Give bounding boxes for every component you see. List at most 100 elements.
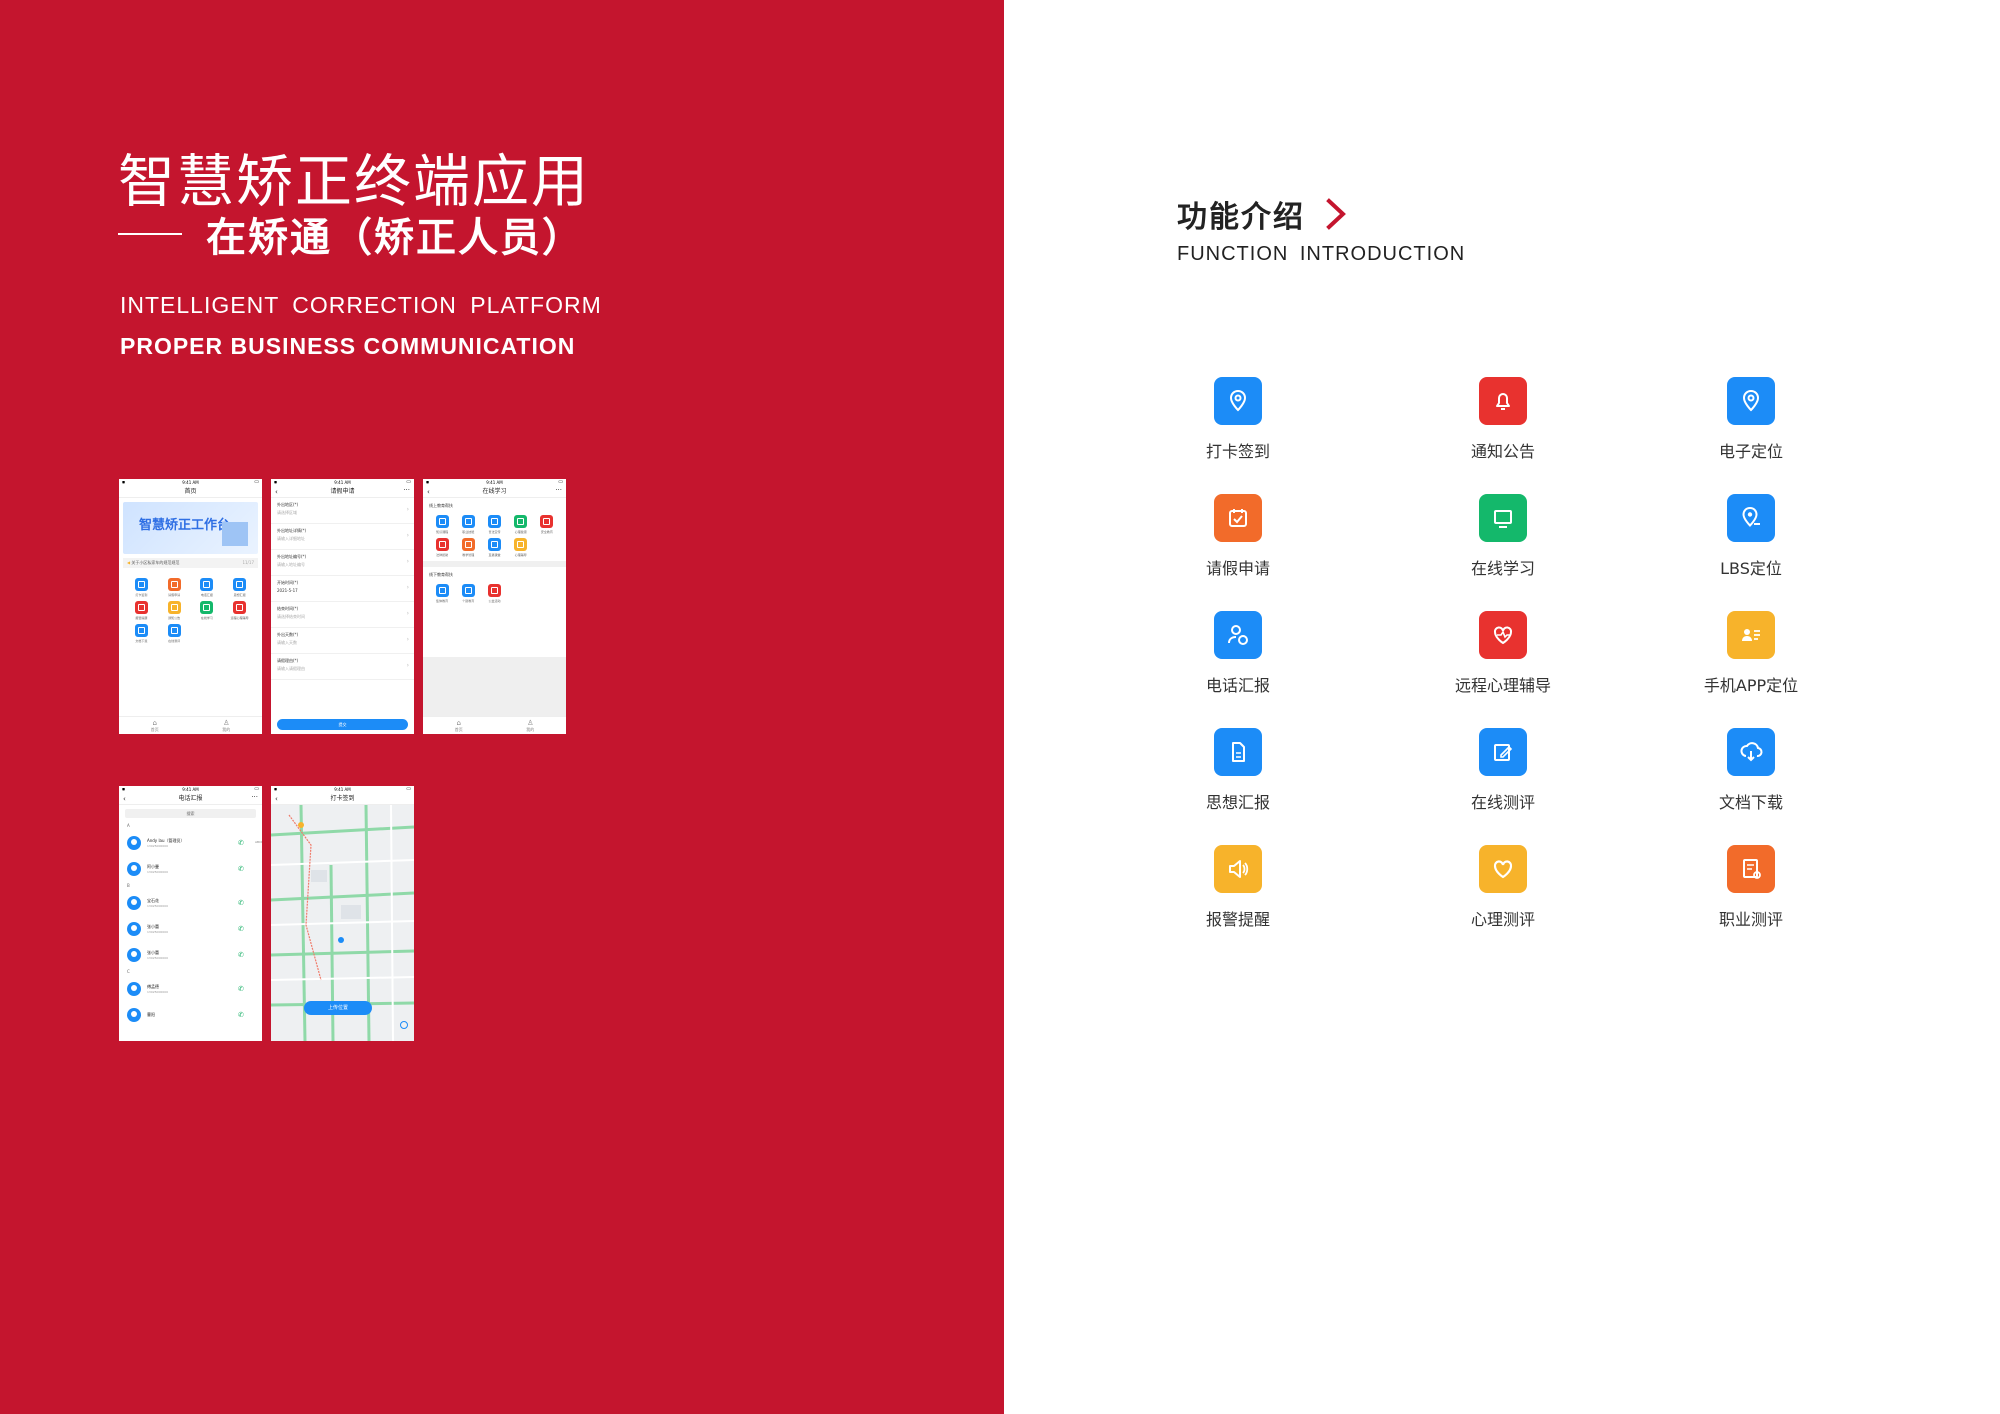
phone-call-icon[interactable]: ✆ <box>238 925 244 933</box>
grid-item[interactable]: 思想汇报 <box>223 578 256 597</box>
grid-item[interactable]: 公益活动 <box>481 584 507 603</box>
nav-bar: ‹ 请假申请 ··· <box>271 486 414 498</box>
contact-row[interactable]: 曹阳 ✆ <box>119 1002 262 1028</box>
feature-item[interactable]: 打卡签到 <box>1128 377 1348 462</box>
feature-item[interactable]: 电话汇报 <box>1128 611 1348 696</box>
form-field[interactable]: 请假理由(*) 请输入请假理由 <box>271 654 414 680</box>
grid-item[interactable]: 知识课程 <box>429 515 455 534</box>
phone-call-icon[interactable]: ✆ <box>238 839 244 847</box>
grid-item[interactable]: 心理辅导 <box>508 538 534 557</box>
grid-item[interactable]: 教学管理 <box>455 538 481 557</box>
grid-item[interactable]: 安全教育 <box>534 515 560 534</box>
location-search-icon <box>1727 494 1775 542</box>
grid-item[interactable]: 集体教育 <box>429 584 455 603</box>
heart-icon <box>1479 845 1527 893</box>
field-label: 外出地址详情(*) <box>277 528 307 533</box>
back-icon[interactable]: ‹ <box>427 486 430 498</box>
feature-item[interactable]: 远程心理辅导 <box>1393 611 1613 696</box>
grid-item[interactable]: 电话汇报 <box>191 578 224 597</box>
phone-call-icon[interactable]: ✆ <box>238 985 244 993</box>
contact-row[interactable]: Andy lau（管理员） 13025000000 ✆ <box>119 830 262 856</box>
more-icon[interactable]: ··· <box>251 791 258 803</box>
feature-item[interactable]: 电子定位 <box>1641 377 1861 462</box>
contact-name: Andy lau（管理员） <box>147 837 185 843</box>
alphabet-index[interactable]: ABCDEFGHIJKLMNOPQRSTUVWXYZ# <box>255 840 262 845</box>
more-icon[interactable]: ··· <box>555 484 562 496</box>
tab-home[interactable]: ⌂ 首页 <box>151 719 159 732</box>
more-icon[interactable]: ··· <box>403 484 410 496</box>
feature-item[interactable]: 文档下载 <box>1641 728 1861 813</box>
form-field[interactable]: 外出天数(*) 请输入天数 <box>271 628 414 654</box>
form-field[interactable]: 外出地址详情(*) 请输入详细地址 <box>271 524 414 550</box>
nav-title-text: 首页 <box>184 488 197 495</box>
phone-call-icon[interactable]: ✆ <box>238 951 244 959</box>
upload-location-button[interactable]: 上传位置 <box>304 1001 372 1015</box>
grid-item[interactable]: 职业技能 <box>455 515 481 534</box>
tab-home[interactable]: ⌂ 首页 <box>455 719 463 732</box>
form-field[interactable]: 开始时间(*) 2021-5-17 <box>271 576 414 602</box>
locate-icon[interactable] <box>400 1021 408 1029</box>
phone-call-icon[interactable]: ✆ <box>238 865 244 873</box>
submit-button[interactable]: 提交 <box>277 719 408 730</box>
grid-item[interactable]: 请假申请 <box>158 578 191 597</box>
grid-item-label: 通知公告 <box>168 616 181 620</box>
grid-item[interactable]: 个别教育 <box>455 584 481 603</box>
form-field[interactable]: 外出地区(*) 请选择区域 <box>271 498 414 524</box>
search-input[interactable]: 搜索 <box>125 809 256 818</box>
grid-item[interactable]: 直播课堂 <box>481 538 507 557</box>
feature-item[interactable]: 思想汇报 <box>1128 728 1348 813</box>
grid-item[interactable]: 普法宣传 <box>481 515 507 534</box>
feature-item[interactable]: 心理测评 <box>1393 845 1613 930</box>
back-icon[interactable]: ‹ <box>123 793 126 805</box>
feature-label: 手机APP定位 <box>1703 676 1799 695</box>
form-field[interactable]: 结束时间(*) 请选择结束时间 <box>271 602 414 628</box>
feature-item[interactable]: 通知公告 <box>1393 377 1613 462</box>
contact-row[interactable]: 阿小曼 13025000000 ✆ <box>119 856 262 882</box>
tab-mine[interactable]: ♙ 我的 <box>222 719 230 732</box>
feature-item[interactable]: 报警提醒 <box>1128 845 1348 930</box>
grid-item[interactable]: 报警提醒 <box>125 601 158 620</box>
feature-item[interactable]: 在线学习 <box>1393 494 1613 579</box>
contact-text: 阿小曼 13025000000 <box>147 864 168 875</box>
grid-item-label: 在线测评 <box>168 639 181 643</box>
phone-call-icon[interactable]: ✆ <box>238 899 244 907</box>
feature-item[interactable]: 手机APP定位 <box>1641 611 1861 696</box>
id-card-icon <box>1727 611 1775 659</box>
feature-item[interactable]: 请假申请 <box>1128 494 1348 579</box>
feature-item[interactable]: 职业测评 <box>1641 845 1861 930</box>
form-field[interactable]: 外出地址编号(*) 请输入地址编号 <box>271 550 414 576</box>
function-icon <box>167 624 181 637</box>
notice-bar[interactable]: ◀ 关于小区私家车的规范规范 11/17 <box>123 558 258 568</box>
grid-item-label: 普法宣传 <box>488 530 501 534</box>
phone-call-icon[interactable]: ✆ <box>238 1011 244 1019</box>
contact-row[interactable]: 傅孟德 13025000000 ✆ <box>119 976 262 1002</box>
function-icon <box>200 578 214 591</box>
feature-item[interactable]: 在线测评 <box>1393 728 1613 813</box>
grid-item-label: 个别教育 <box>462 599 475 603</box>
grid-item[interactable]: 在线学习 <box>191 601 224 620</box>
tab-home-label: 首页 <box>454 727 463 732</box>
status-bar: 9:41 AM <box>271 479 414 486</box>
tab-mine[interactable]: ♙ 我的 <box>526 719 534 732</box>
back-icon[interactable]: ‹ <box>275 486 278 498</box>
home-banner[interactable]: 智慧矫正工作台 <box>123 502 258 554</box>
grid-item[interactable]: 法律援助 <box>429 538 455 557</box>
grid-item[interactable]: 通知公告 <box>158 601 191 620</box>
contact-row[interactable]: 张小蕾 13025000000 ✆ <box>119 916 262 942</box>
contact-row[interactable]: 宝石花 13025000000 ✆ <box>119 890 262 916</box>
field-label: 外出天数(*) <box>277 632 299 637</box>
back-icon[interactable]: ‹ <box>275 793 278 805</box>
avatar <box>127 1008 141 1022</box>
feature-item[interactable]: LBS定位 <box>1641 494 1861 579</box>
grid-item[interactable]: 打卡签到 <box>125 578 158 597</box>
grid-item[interactable]: 心理健康 <box>508 515 534 534</box>
grid-item[interactable]: 文档下载 <box>125 624 158 643</box>
grid-item-label: 心理健康 <box>514 530 527 534</box>
contact-row[interactable]: 张小蕾 13025000000 ✆ <box>119 942 262 968</box>
grid-item[interactable]: 在线测评 <box>158 624 191 643</box>
grid-item[interactable]: 远程心理辅导 <box>223 601 256 620</box>
avatar <box>127 896 141 910</box>
nav-bar: ‹ 电话汇报 ··· <box>119 793 262 805</box>
contact-phone: 13025000000 <box>147 869 168 874</box>
feature-label: 远程心理辅导 <box>1454 676 1551 695</box>
